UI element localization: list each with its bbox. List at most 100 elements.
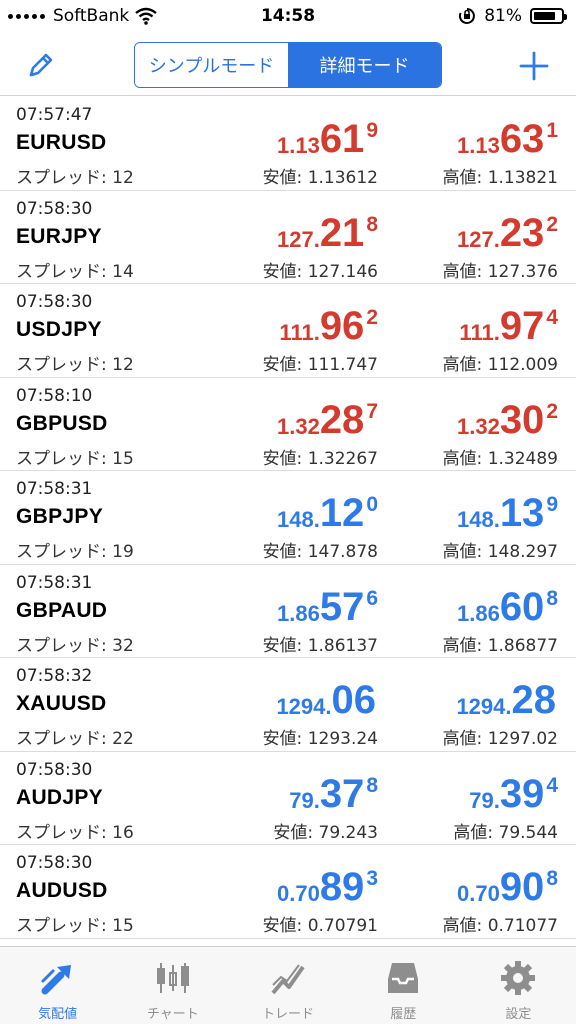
quote-symbol: GBPUSD bbox=[16, 411, 108, 435]
ask-price-pips: 28 bbox=[511, 678, 557, 722]
quote-row-audusd[interactable]: 07:58:30 AUDUSD スプレッド: 15 0.70 89 3 0.70 90 8 安値:… bbox=[0, 845, 576, 939]
bid-price[interactable]: 111. 96 2 bbox=[279, 306, 378, 346]
ask-price[interactable]: 79. 39 4 bbox=[469, 774, 558, 814]
ask-price[interactable]: 127. 23 2 bbox=[457, 213, 558, 253]
high-price: 高値: 1.86877 bbox=[442, 635, 558, 656]
quote-time: 07:57:47 bbox=[16, 105, 93, 125]
add-symbol-plus-icon[interactable] bbox=[518, 50, 550, 82]
bid-price[interactable]: 1.32 28 7 bbox=[277, 400, 378, 440]
low-price: 安値: 1.32267 bbox=[262, 448, 378, 469]
bid-price-fraction: 6 bbox=[366, 586, 378, 610]
bid-price[interactable]: 127. 21 8 bbox=[277, 213, 378, 253]
bid-price[interactable]: 1.86 57 6 bbox=[277, 587, 378, 627]
quote-row-usdjpy[interactable]: 07:58:30 USDJPY スプレッド: 12 111. 96 2 111. 97 4 安値:… bbox=[0, 284, 576, 378]
ask-price-fraction: 2 bbox=[546, 212, 558, 236]
quote-row-eurusd[interactable]: 07:57:47 EURUSD スプレッド: 12 1.13 61 9 1.13 63 1 安値:… bbox=[0, 97, 576, 191]
bid-price-prefix: 1294. bbox=[276, 694, 332, 719]
ask-price[interactable]: 0.70 90 8 bbox=[457, 867, 558, 907]
high-price: 高値: 127.376 bbox=[442, 261, 558, 282]
quote-symbol: GBPAUD bbox=[16, 598, 108, 622]
quote-row-xauusd[interactable]: 07:58:32 XAUUSD スプレッド: 22 1294. 06 1294. 28 安値:… bbox=[0, 658, 576, 752]
candlestick-chart-icon bbox=[156, 963, 189, 993]
quote-time: 07:58:30 bbox=[16, 853, 93, 873]
quote-row-gbpusd[interactable]: 07:58:10 GBPUSD スプレッド: 15 1.32 28 7 1.32 30 2 安値:… bbox=[0, 378, 576, 471]
quote-row-audjpy[interactable]: 07:58:30 AUDJPY スプレッド: 16 79. 37 8 79. 39 4 安値: 7… bbox=[0, 752, 576, 845]
quote-symbol: XAUUSD bbox=[16, 692, 107, 715]
bid-price[interactable]: 148. 12 0 bbox=[277, 493, 378, 533]
bid-price-fraction: 8 bbox=[366, 773, 378, 797]
gear-icon bbox=[501, 961, 536, 995]
quote-spread: スプレッド: 12 bbox=[16, 355, 134, 375]
quote-row-gbpaud[interactable]: 07:58:31 GBPAUD スプレッド: 32 1.86 57 6 1.86 60 8 安値:… bbox=[0, 565, 576, 658]
quote-symbol: EURUSD bbox=[16, 131, 107, 154]
quote-symbol: USDJPY bbox=[16, 318, 102, 341]
tab-trade[interactable]: トレード bbox=[230, 947, 345, 1024]
low-price: 安値: 0.70791 bbox=[262, 916, 378, 936]
ask-price[interactable]: 1.86 60 8 bbox=[457, 587, 558, 627]
edit-pencil-icon[interactable] bbox=[26, 50, 56, 80]
high-price: 高値: 112.009 bbox=[442, 355, 558, 375]
quote-time: 07:58:30 bbox=[16, 198, 93, 219]
bid-price-pips: 57 bbox=[319, 584, 365, 629]
tab-chart[interactable]: チャート bbox=[115, 947, 230, 1024]
ask-price-prefix: 1.13 bbox=[456, 133, 500, 158]
low-price: 安値: 111.747 bbox=[262, 355, 378, 375]
bid-price-fraction: 8 bbox=[366, 212, 378, 236]
segment-detail-mode[interactable]: 詳細モード bbox=[288, 43, 441, 87]
quote-spread: スプレッド: 16 bbox=[16, 822, 134, 843]
ask-price[interactable]: 1.32 30 2 bbox=[457, 400, 558, 440]
ask-price-prefix: 127. bbox=[456, 226, 500, 252]
low-price: 安値: 79.243 bbox=[273, 822, 378, 843]
ask-price-fraction: 1 bbox=[546, 119, 558, 142]
ask-price[interactable]: 148. 13 9 bbox=[457, 493, 558, 533]
quote-row-eurjpy[interactable]: 07:58:30 EURJPY スプレッド: 14 127. 21 8 127. 23 2 安値:… bbox=[0, 191, 576, 284]
ask-price-fraction: 8 bbox=[546, 586, 558, 610]
quote-time: 07:58:32 bbox=[16, 666, 93, 686]
ask-price-pips: 13 bbox=[499, 491, 545, 535]
bid-price-prefix: 0.70 bbox=[276, 881, 320, 906]
inbox-history-icon bbox=[388, 963, 419, 993]
bid-price[interactable]: 79. 37 8 bbox=[289, 774, 378, 814]
tab-settings[interactable]: 設定 bbox=[461, 947, 576, 1024]
bid-price[interactable]: 1294. 06 bbox=[276, 680, 378, 720]
navigation-bar: シンプルモード 詳細モード bbox=[0, 34, 576, 96]
high-price: 高値: 79.544 bbox=[453, 822, 558, 843]
status-bar: SoftBank 14:58 81% bbox=[0, 0, 576, 34]
high-price: 高値: 1.13821 bbox=[442, 168, 558, 188]
quote-row-gbpjpy[interactable]: 07:58:31 GBPJPY スプレッド: 19 148. 12 0 148. 13 9 安値:… bbox=[0, 471, 576, 565]
low-price: 安値: 1.13612 bbox=[262, 168, 378, 188]
bid-price-prefix: 79. bbox=[289, 787, 320, 813]
bid-price-pips: 89 bbox=[319, 865, 365, 909]
ask-price-prefix: 148. bbox=[456, 507, 500, 532]
ask-price-fraction: 4 bbox=[546, 773, 558, 797]
quote-time: 07:58:30 bbox=[16, 759, 93, 780]
ask-price[interactable]: 1294. 28 bbox=[456, 680, 558, 720]
quote-time: 07:58:31 bbox=[16, 479, 93, 499]
mode-segmented-control: シンプルモード 詳細モード bbox=[134, 42, 442, 88]
ask-price-prefix: 1294. bbox=[456, 694, 512, 719]
ask-price[interactable]: 1.13 63 1 bbox=[457, 119, 558, 159]
bid-price[interactable]: 0.70 89 3 bbox=[277, 867, 378, 907]
quote-spread: スプレッド: 15 bbox=[16, 448, 134, 469]
ask-price[interactable]: 111. 97 4 bbox=[459, 306, 558, 346]
high-price: 高値: 148.297 bbox=[442, 542, 558, 562]
quote-spread: スプレッド: 15 bbox=[16, 916, 134, 936]
bid-price-fraction: 7 bbox=[366, 399, 378, 423]
bid-price-pips: 28 bbox=[319, 397, 365, 442]
tab-settings-label: 設定 bbox=[505, 1007, 532, 1022]
segment-simple-mode[interactable]: シンプルモード bbox=[135, 43, 288, 87]
quote-time: 07:58:31 bbox=[16, 572, 93, 593]
tab-history[interactable]: 履歴 bbox=[346, 947, 461, 1024]
high-price: 高値: 1297.02 bbox=[442, 729, 558, 749]
trade-line-icon bbox=[271, 964, 305, 995]
ask-price-prefix: 1.32 bbox=[456, 413, 500, 439]
battery-icon bbox=[530, 8, 567, 24]
tab-chart-label: チャート bbox=[146, 1007, 199, 1022]
tab-quotes[interactable]: 気配値 bbox=[0, 947, 115, 1024]
quote-time: 07:58:10 bbox=[16, 385, 93, 406]
ask-price-pips: 63 bbox=[499, 117, 545, 161]
ask-price-fraction: 4 bbox=[546, 306, 558, 329]
bid-price-prefix: 111. bbox=[279, 320, 320, 345]
bid-price[interactable]: 1.13 61 9 bbox=[277, 119, 378, 159]
ask-price-pips: 97 bbox=[499, 304, 545, 348]
